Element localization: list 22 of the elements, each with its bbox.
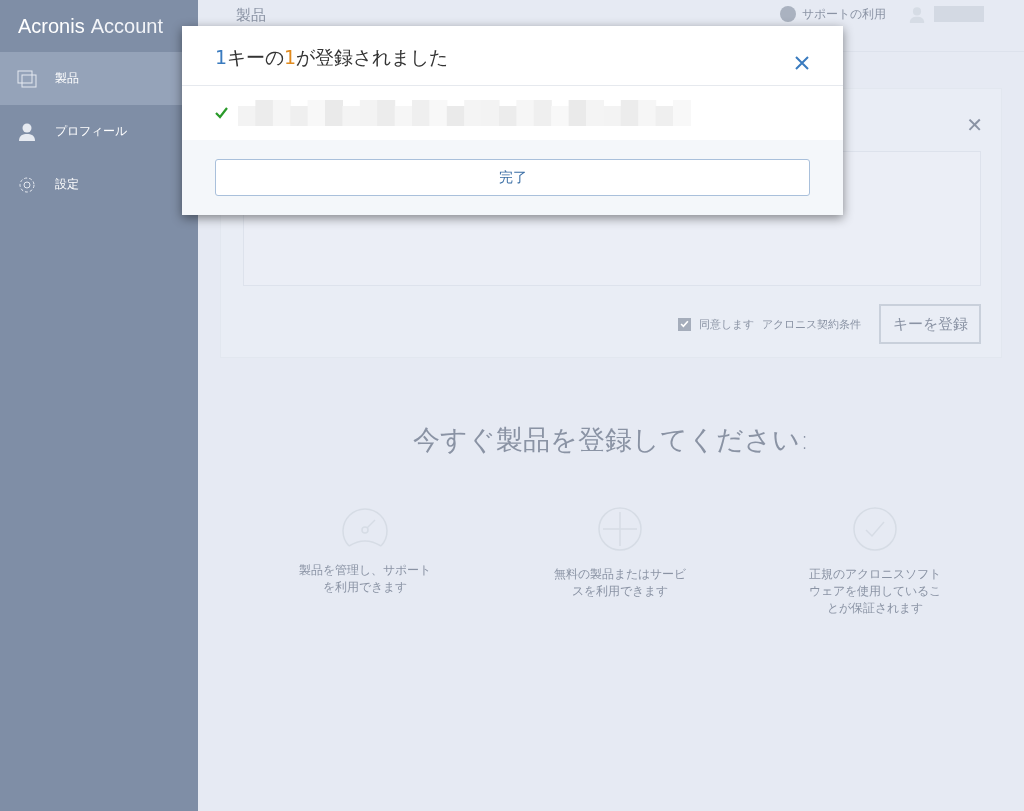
check-icon [215,107,228,119]
help-icon [780,6,796,22]
feature-text: 正規のアクロニスソフトウェアを使用していることが保証されます [807,566,942,617]
terms-link[interactable]: アクロニス契約条件 [762,316,861,332]
support-link[interactable]: サポートの利用 [802,6,886,23]
settings-icon [17,174,37,195]
register-key-button[interactable]: キーを登録 [879,304,981,344]
done-button[interactable]: 完了 [215,159,810,196]
page-title: 製品 [236,6,267,25]
feature-text: 製品を管理し、サポートを利用できます [298,562,433,596]
sidebar-item[interactable]: プロフィール [0,105,198,158]
logo-brand: Acronis [18,14,85,38]
feature-text: 無料の製品またはサービスを利用できます [553,566,687,600]
person-icon [17,122,37,141]
agree-label: 同意します [699,316,754,332]
agree-checkbox[interactable] [678,317,691,331]
windows-icon [17,69,37,88]
promo-heading: 今すぐ製品を登録してください: [411,423,811,457]
close-button[interactable]: ✕ [966,113,983,137]
logo-product: Account [90,14,163,38]
sidebar-item[interactable]: 設定 [0,158,198,211]
dialog-title: 1キーの1が登録されました [215,44,449,70]
